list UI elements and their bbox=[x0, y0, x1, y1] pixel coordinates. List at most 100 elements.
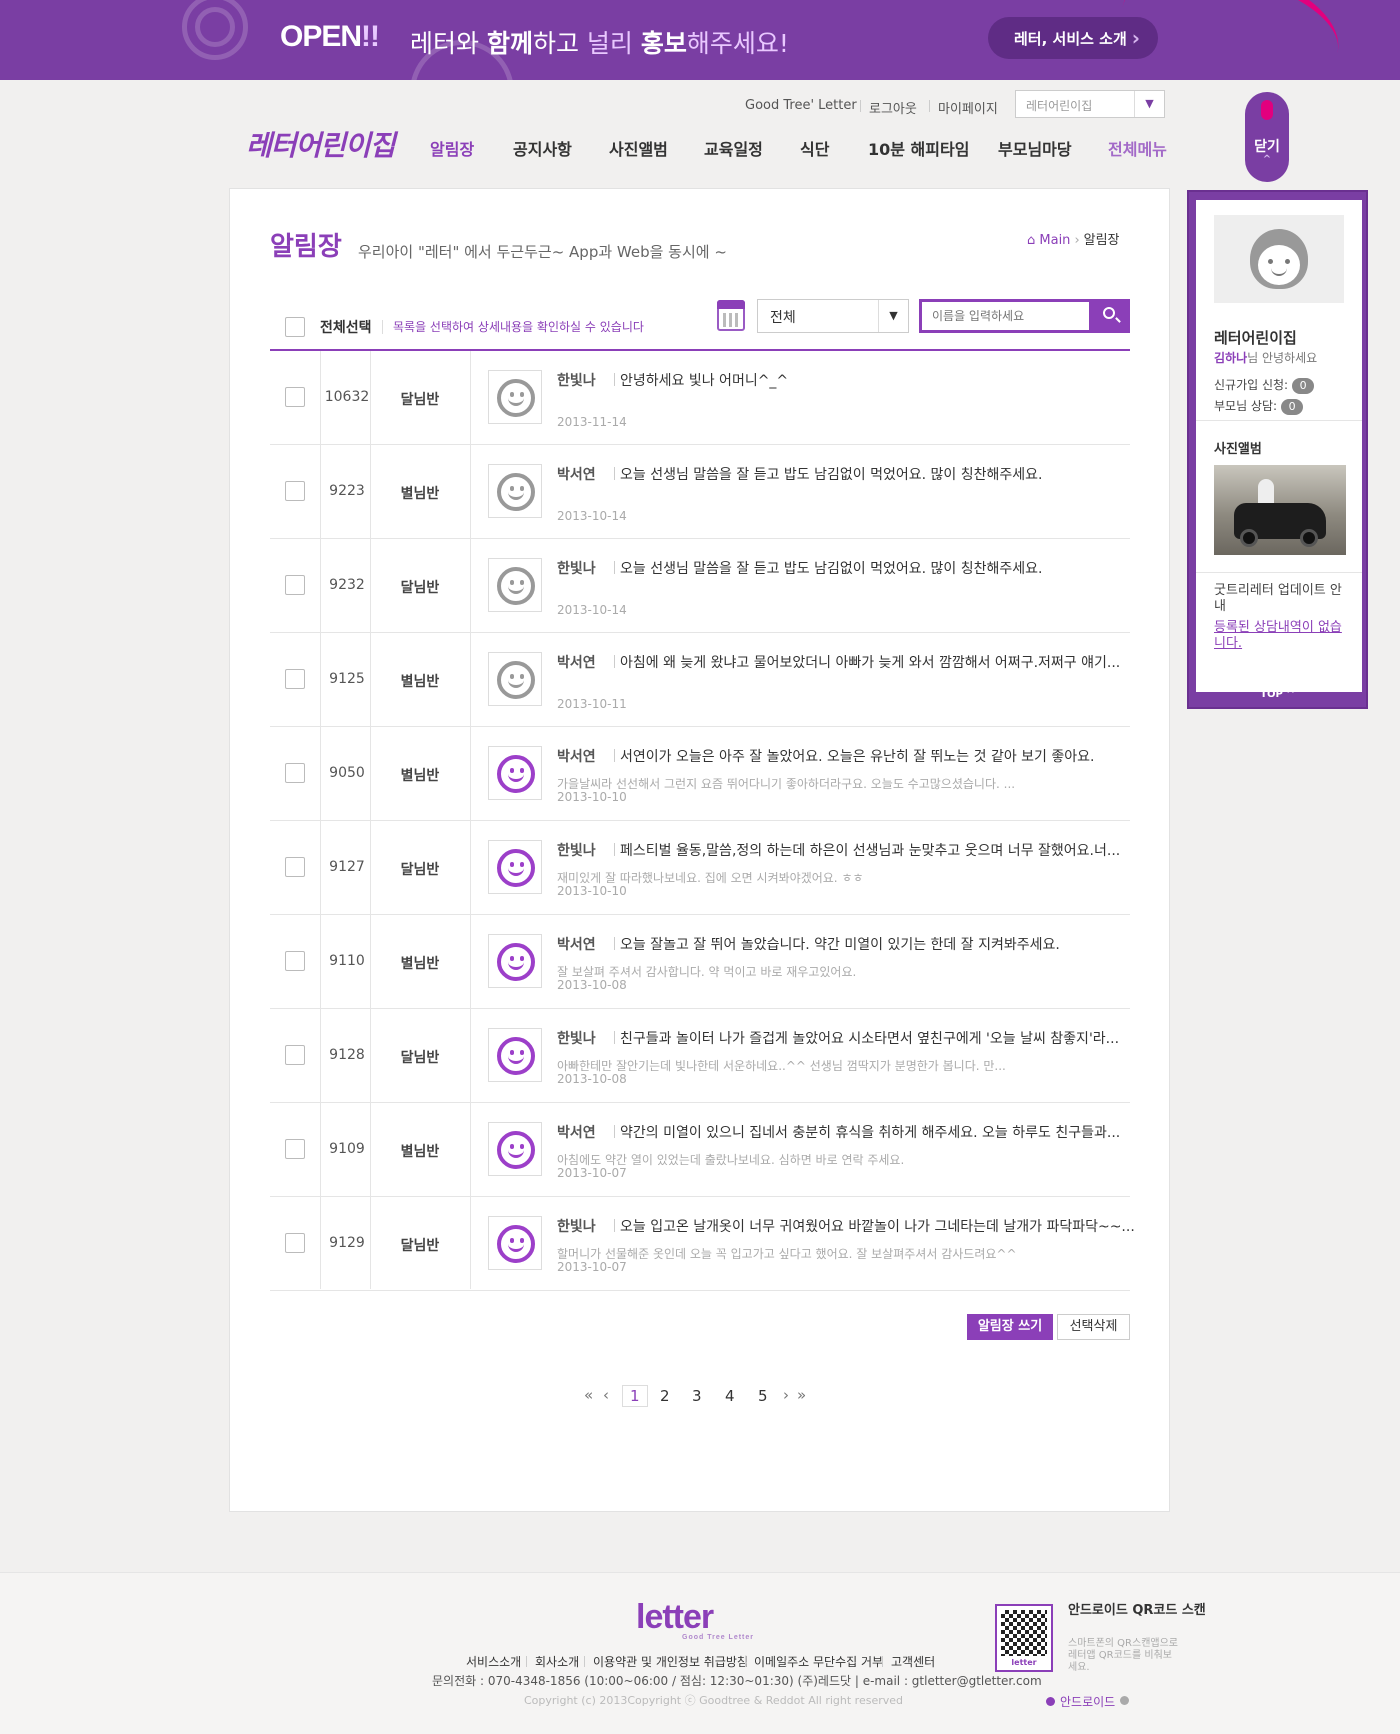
list-item[interactable]: 10632 달님반 한빛나 안녕하세요 빛나 어머니^_^ 2013-11-14 bbox=[270, 351, 1130, 445]
row-writer: 박서연 bbox=[557, 749, 596, 765]
service-intro-button[interactable]: 레터, 서비스 소개 › bbox=[988, 17, 1158, 59]
ring-decor bbox=[195, 7, 235, 47]
row-number: 9223 bbox=[329, 483, 365, 499]
footer-link-terms[interactable]: 이용약관 및 개인정보 취급방침 bbox=[593, 1653, 748, 1670]
row-checkbox[interactable] bbox=[285, 857, 305, 877]
page-1[interactable]: 1 bbox=[622, 1385, 648, 1407]
nav-schedule[interactable]: 교육일정 bbox=[704, 136, 763, 160]
list-item[interactable]: 9109 별님반 박서연 약간의 미열이 있으니 집네서 충분히 휴식을 취하게… bbox=[270, 1103, 1130, 1197]
row-title[interactable]: 페스티벌 율동,말씀,정의 하는데 하은이 선생님과 눈맞추고 웃으며 너무 잘… bbox=[620, 840, 1120, 860]
consult-history-link[interactable]: 등록된 상담내역이 없습니다. bbox=[1214, 620, 1350, 652]
nav-notice-book[interactable]: 알림장 bbox=[430, 136, 474, 160]
breadcrumb-home[interactable]: Main bbox=[1039, 233, 1070, 248]
row-checkbox[interactable] bbox=[285, 1233, 305, 1253]
write-notice-button[interactable]: 알림장 쓰기 bbox=[967, 1314, 1053, 1340]
row-number: 9127 bbox=[329, 859, 365, 875]
home-icon[interactable]: ⌂ bbox=[1027, 233, 1039, 248]
row-title[interactable]: 오늘 선생님 말씀을 잘 듣고 밥도 남김없이 먹었어요. 많이 칭찬해주세요. bbox=[620, 464, 1042, 484]
calendar-icon[interactable] bbox=[717, 300, 745, 331]
last-page-icon[interactable]: » bbox=[797, 1386, 806, 1404]
row-number: 9232 bbox=[329, 577, 365, 593]
row-class: 별님반 bbox=[400, 1144, 440, 1160]
util-link-mypage[interactable]: 마이페이지 bbox=[938, 98, 998, 117]
list-item[interactable]: 9050 별님반 박서연 서연이가 오늘은 아주 잘 놀았어요. 오늘은 유난히… bbox=[270, 727, 1130, 821]
row-checkbox[interactable] bbox=[285, 481, 305, 501]
page-2[interactable]: 2 bbox=[660, 1387, 670, 1405]
row-checkbox[interactable] bbox=[285, 763, 305, 783]
row-checkbox[interactable] bbox=[285, 1139, 305, 1159]
row-title[interactable]: 친구들과 놀이터 나가 즐겁게 놀았어요 시소타면서 옆친구에게 '오늘 날씨 … bbox=[620, 1028, 1119, 1048]
select-all-label[interactable]: 전체선택 bbox=[320, 317, 372, 337]
page-4[interactable]: 4 bbox=[725, 1387, 735, 1405]
count-badge: 0 bbox=[1281, 399, 1304, 415]
parent-consults[interactable]: 부모님 상담: 0 bbox=[1214, 397, 1304, 415]
list-item[interactable]: 9127 달님반 한빛나 페스티벌 율동,말씀,정의 하는데 하은이 선생님과 … bbox=[270, 821, 1130, 915]
page-title: 알림장 bbox=[270, 232, 342, 262]
inactive-dot-icon[interactable] bbox=[1120, 1696, 1129, 1705]
search-button[interactable] bbox=[1092, 299, 1130, 333]
row-number: 10632 bbox=[324, 389, 370, 405]
divider bbox=[882, 1656, 883, 1667]
prev-page-icon[interactable]: ‹ bbox=[603, 1386, 609, 1404]
row-writer: 박서연 bbox=[557, 467, 596, 483]
row-number: 9109 bbox=[329, 1141, 365, 1157]
class-filter-select[interactable]: 전체 ▼ bbox=[757, 299, 909, 333]
nav-photo-album[interactable]: 사진앨범 bbox=[609, 136, 668, 160]
qr-description: 스마트폰의 QR스캔앱으로 레터앱 QR코드를 비춰보세요. bbox=[1068, 1638, 1178, 1673]
list-item[interactable]: 9125 별님반 박서연 아침에 왜 늦게 왔냐고 물어보았더니 아빠가 늦게 … bbox=[270, 633, 1130, 727]
first-page-icon[interactable]: « bbox=[584, 1386, 593, 1404]
back-to-top-button[interactable]: TOP ^ bbox=[1189, 689, 1366, 700]
qr-code-icon[interactable]: letter bbox=[995, 1604, 1053, 1672]
page-5[interactable]: 5 bbox=[758, 1387, 768, 1405]
divider bbox=[929, 100, 930, 112]
site-select[interactable]: 레터어린이집 ▼ bbox=[1015, 90, 1165, 118]
divider bbox=[526, 1656, 527, 1667]
row-title[interactable]: 오늘 입고온 날개옷이 너무 귀여웠어요 바깥놀이 나가 그네타는데 날개가 파… bbox=[620, 1216, 1135, 1236]
close-tab[interactable]: 닫기 ^ bbox=[1245, 92, 1289, 182]
row-title[interactable]: 오늘 잘놀고 잘 뛰어 놀았습니다. 약간 미열이 있기는 한데 잘 지켜봐주세… bbox=[620, 934, 1060, 954]
album-thumbnail[interactable] bbox=[1214, 465, 1346, 555]
nav-meals[interactable]: 식단 bbox=[800, 136, 829, 160]
row-date: 2013-10-07 bbox=[557, 1166, 627, 1180]
util-link-goodtree[interactable]: Good Tree' Letter bbox=[745, 98, 857, 113]
footer-link-support[interactable]: 고객센터 bbox=[891, 1653, 935, 1670]
row-title[interactable]: 오늘 선생님 말씀을 잘 듣고 밥도 남김없이 먹었어요. 많이 칭찬해주세요. bbox=[620, 558, 1042, 578]
divider bbox=[860, 100, 861, 112]
row-title[interactable]: 서연이가 오늘은 아주 잘 놀았어요. 오늘은 유난히 잘 뛰노는 것 같아 보… bbox=[620, 746, 1094, 766]
nav-all-menu[interactable]: 전체메뉴 bbox=[1108, 136, 1167, 160]
list-item[interactable]: 9223 별님반 박서연 오늘 선생님 말씀을 잘 듣고 밥도 남김없이 먹었어… bbox=[270, 445, 1130, 539]
nav-happy-time[interactable]: 10분 해피타임 bbox=[868, 136, 969, 160]
row-checkbox[interactable] bbox=[285, 575, 305, 595]
util-link-logout[interactable]: 로그아웃 bbox=[869, 98, 917, 117]
update-notice[interactable]: 굿트리레터 업데이트 안내 bbox=[1214, 583, 1350, 615]
footer-link-service[interactable]: 서비스소개 bbox=[466, 1653, 521, 1670]
list-item[interactable]: 9110 별님반 박서연 오늘 잘놀고 잘 뛰어 놀았습니다. 약간 미열이 있… bbox=[270, 915, 1130, 1009]
row-title[interactable]: 안녕하세요 빛나 어머니^_^ bbox=[620, 370, 788, 390]
site-logo[interactable]: 레터어린이집 bbox=[246, 124, 396, 164]
row-checkbox[interactable] bbox=[285, 387, 305, 407]
row-date: 2013-10-08 bbox=[557, 1072, 627, 1086]
row-class: 별님반 bbox=[400, 956, 440, 972]
list-item[interactable]: 9232 달님반 한빛나 오늘 선생님 말씀을 잘 듣고 밥도 남김없이 먹었어… bbox=[270, 539, 1130, 633]
next-page-icon[interactable]: › bbox=[783, 1386, 789, 1404]
divider bbox=[614, 1125, 615, 1138]
name-search-input[interactable] bbox=[919, 299, 1092, 333]
footer-link-email-policy[interactable]: 이메일주소 무단수집 거부 bbox=[754, 1653, 883, 1670]
select-all-checkbox[interactable] bbox=[285, 317, 305, 337]
row-checkbox[interactable] bbox=[285, 951, 305, 971]
list-item[interactable]: 9129 달님반 한빛나 오늘 입고온 날개옷이 너무 귀여웠어요 바깥놀이 나… bbox=[270, 1197, 1135, 1291]
divider bbox=[614, 843, 615, 856]
row-title[interactable]: 약간의 미열이 있으니 집네서 충분히 휴식을 취하게 해주세요. 오늘 하루도… bbox=[620, 1122, 1120, 1142]
page-3[interactable]: 3 bbox=[692, 1387, 702, 1405]
signup-requests[interactable]: 신규가입 신청: 0 bbox=[1214, 376, 1315, 394]
footer-link-company[interactable]: 회사소개 bbox=[535, 1653, 579, 1670]
android-tab[interactable]: 안드로이드 bbox=[1046, 1693, 1129, 1710]
nav-announcements[interactable]: 공지사항 bbox=[513, 136, 572, 160]
row-title[interactable]: 아침에 왜 늦게 왔냐고 물어보았더니 아빠가 늦게 와서 깜깜해서 어쩌구.저… bbox=[620, 652, 1120, 672]
delete-selected-button[interactable]: 선택삭제 bbox=[1057, 1314, 1130, 1340]
row-checkbox[interactable] bbox=[285, 669, 305, 689]
row-checkbox[interactable] bbox=[285, 1045, 305, 1065]
nav-parents[interactable]: 부모님마당 bbox=[998, 136, 1072, 160]
banner-slogan: 레터와 함께하고 널리 홍보해주세요! bbox=[410, 29, 789, 58]
list-item[interactable]: 9128 달님반 한빛나 친구들과 놀이터 나가 즐겁게 놀았어요 시소타면서 … bbox=[270, 1009, 1130, 1103]
